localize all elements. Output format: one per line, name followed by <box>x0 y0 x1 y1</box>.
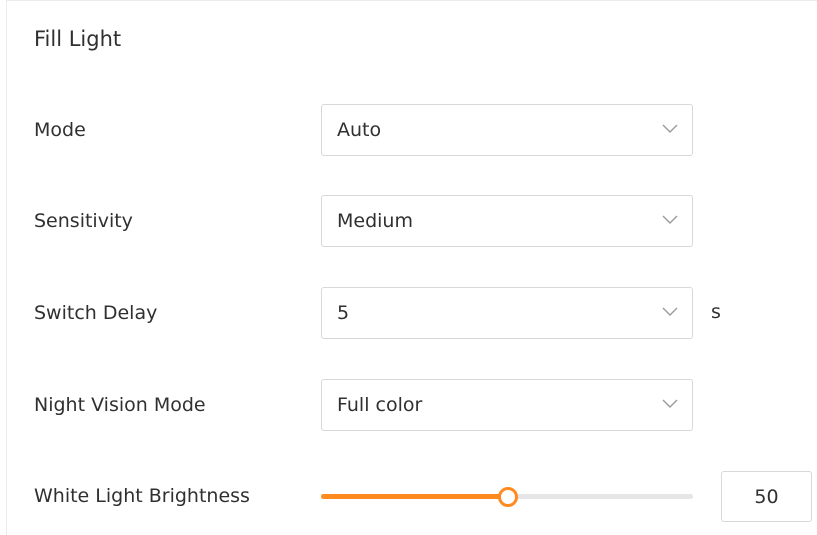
chevron-down-icon <box>662 124 678 133</box>
mode-select-value: Auto <box>337 119 382 141</box>
sensitivity-label: Sensitivity <box>34 210 133 232</box>
white-light-brightness-slider[interactable] <box>321 485 693 507</box>
chevron-down-icon <box>662 307 678 316</box>
fill-light-panel: Fill Light Mode Auto Sensitivity Medium … <box>6 0 817 535</box>
sensitivity-select-value: Medium <box>337 210 413 232</box>
slider-fill <box>321 494 507 499</box>
switch-delay-label: Switch Delay <box>34 302 158 324</box>
section-title: Fill Light <box>34 27 122 51</box>
switch-delay-select-value: 5 <box>337 302 350 324</box>
chevron-down-icon <box>662 215 678 224</box>
night-vision-mode-select-value: Full color <box>337 394 423 416</box>
white-light-brightness-input[interactable] <box>721 471 812 522</box>
sensitivity-select[interactable]: Medium <box>321 195 693 247</box>
mode-label: Mode <box>34 119 86 141</box>
slider-thumb[interactable] <box>498 487 518 507</box>
mode-select[interactable]: Auto <box>321 104 693 156</box>
switch-delay-select[interactable]: 5 <box>321 287 693 339</box>
switch-delay-unit: s <box>711 301 721 323</box>
night-vision-mode-select[interactable]: Full color <box>321 379 693 431</box>
night-vision-mode-label: Night Vision Mode <box>34 394 206 416</box>
chevron-down-icon <box>662 399 678 408</box>
white-light-brightness-label: White Light Brightness <box>34 485 250 507</box>
